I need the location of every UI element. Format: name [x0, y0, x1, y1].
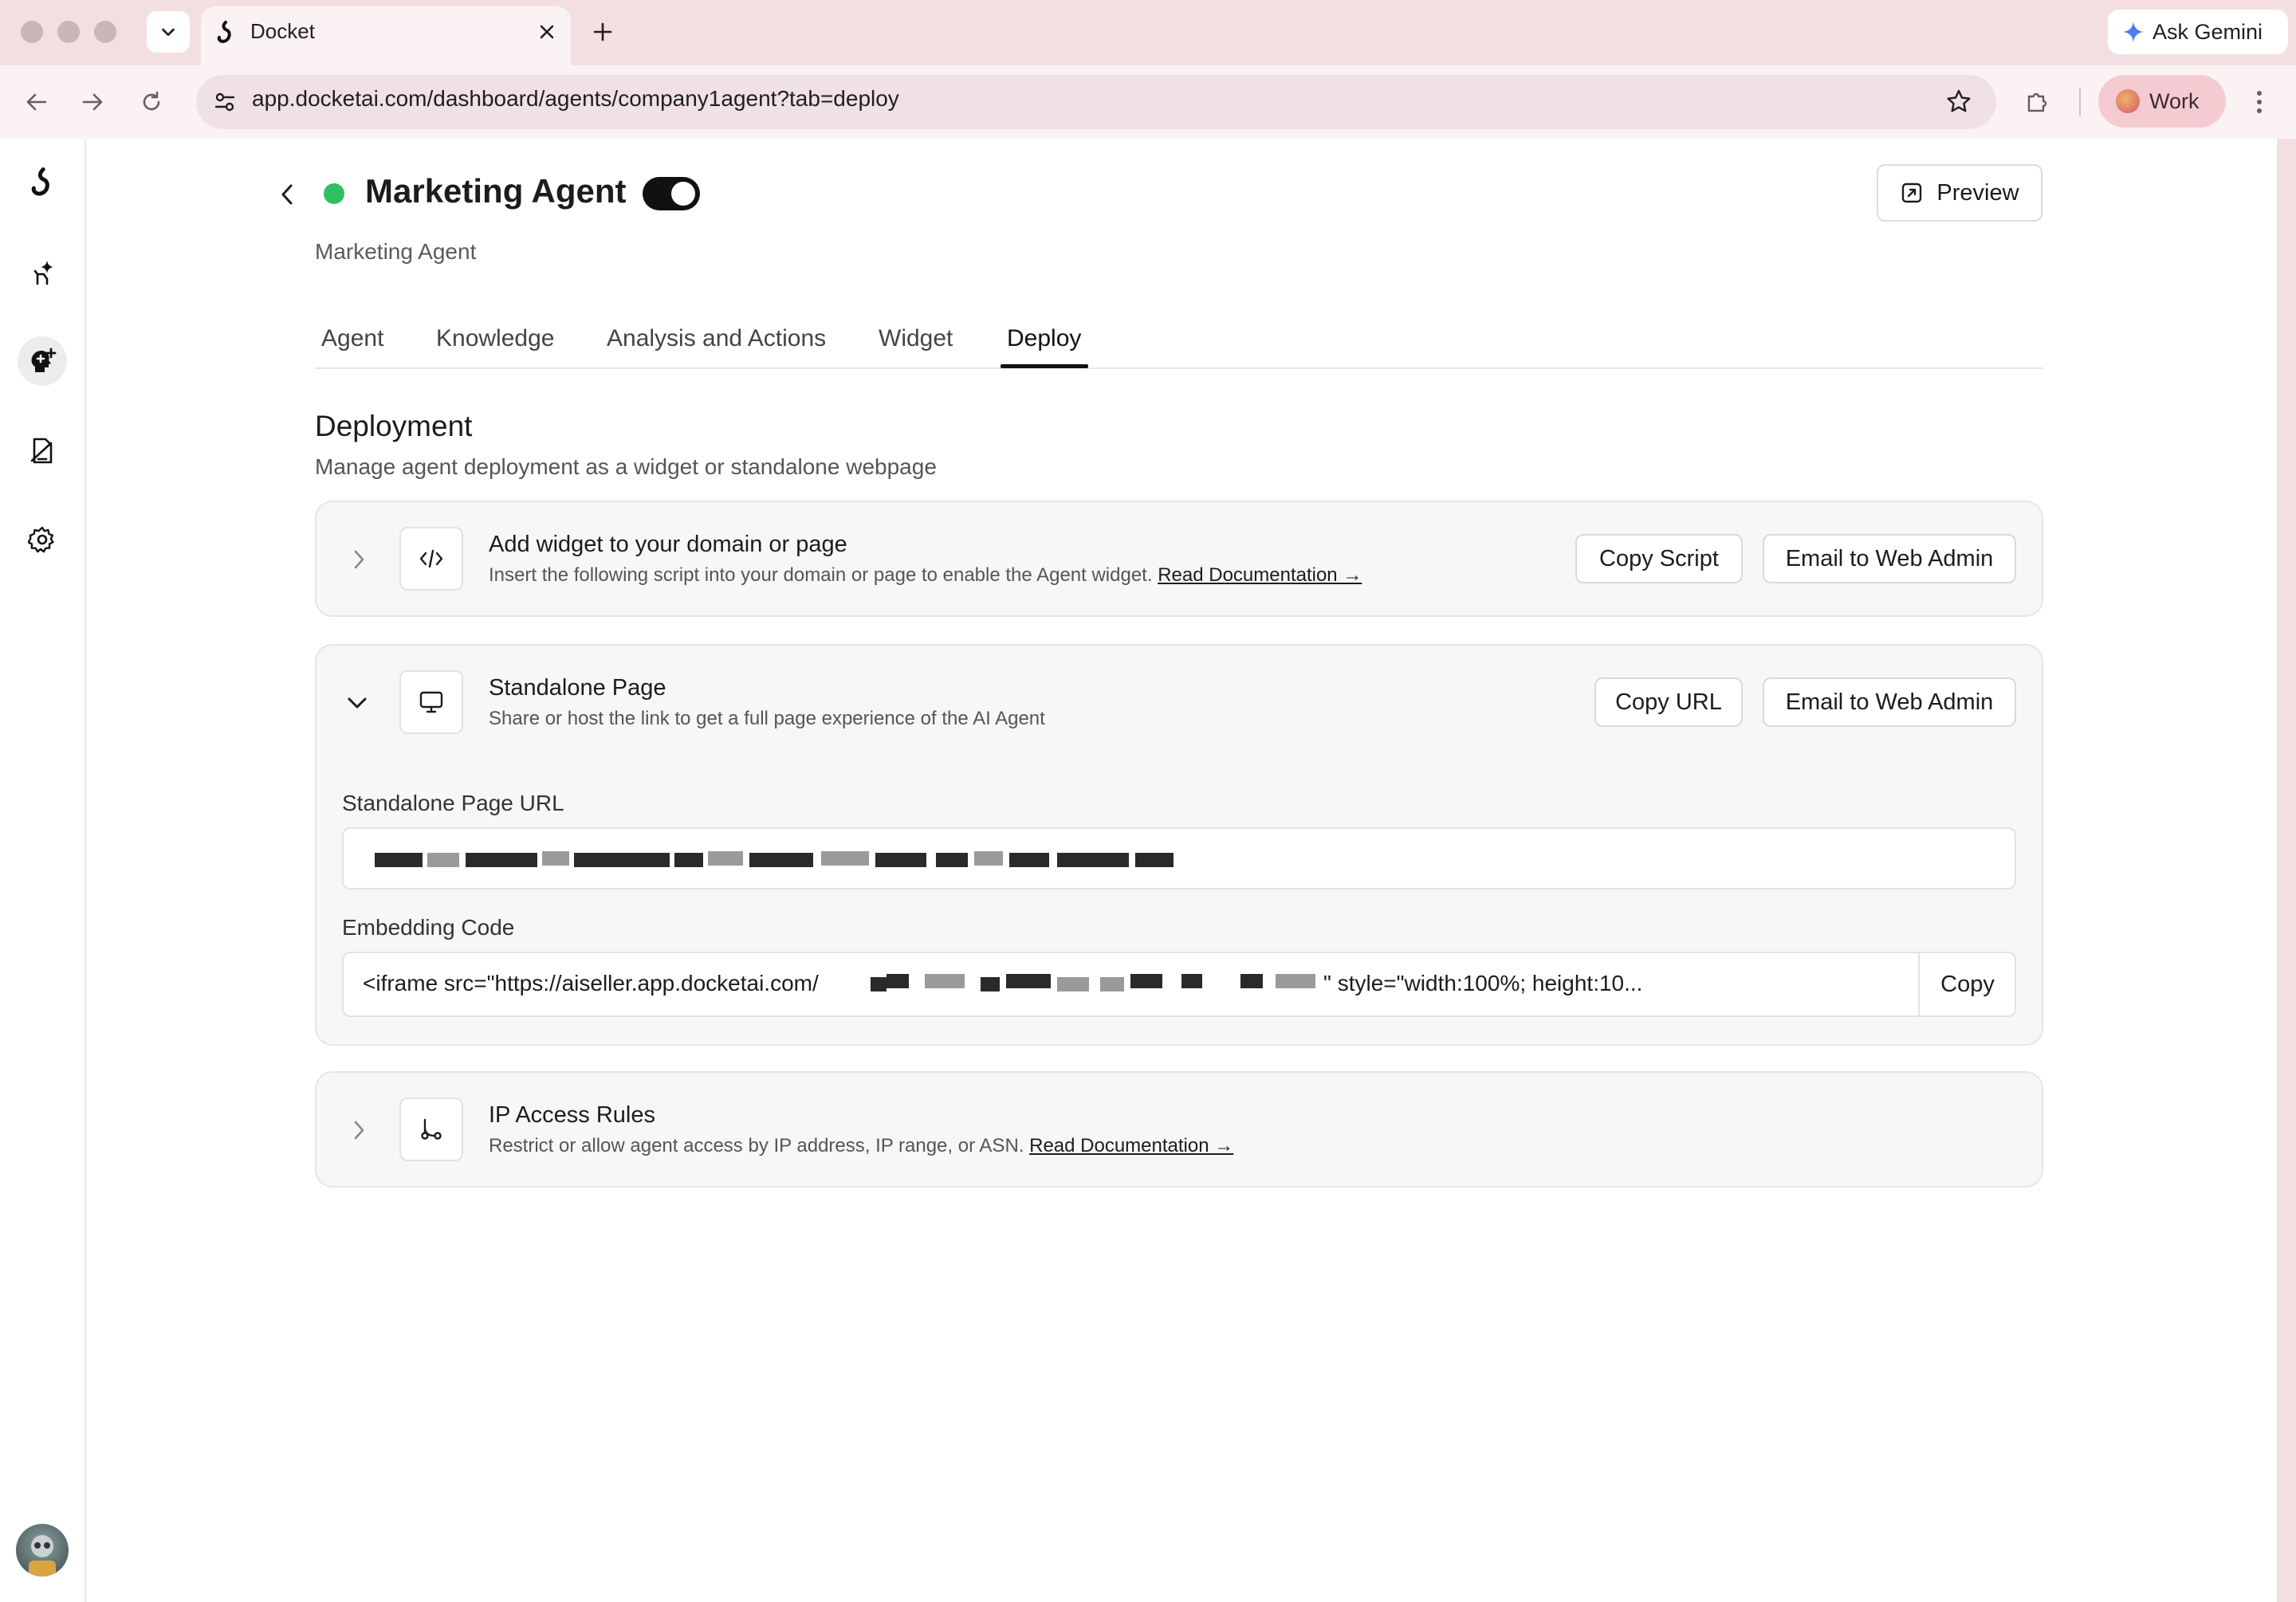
- external-preview-icon: [1902, 183, 1922, 203]
- tab-agent[interactable]: Agent: [321, 325, 383, 352]
- chevron-down-icon[interactable]: [341, 687, 373, 719]
- ip-read-docs-link[interactable]: Read Documentation →: [1029, 1135, 1233, 1156]
- standalone-card-title: Standalone Page: [489, 675, 666, 701]
- kebab-menu-icon[interactable]: [2240, 81, 2278, 123]
- sparkle-hand-icon: [33, 261, 53, 285]
- standalone-card-description: Share or host the link to get a full pag…: [489, 708, 1045, 729]
- profile-avatar-icon: [2116, 89, 2140, 113]
- user-avatar[interactable]: [16, 1524, 69, 1576]
- standalone-url-label: Standalone Page URL: [342, 791, 564, 815]
- chevron-right-icon[interactable]: [343, 1114, 375, 1146]
- docket-logo-icon[interactable]: [18, 158, 67, 207]
- docket-favicon-icon: [217, 21, 231, 44]
- new-tab-plus-icon[interactable]: [585, 14, 620, 49]
- toolbar-divider: [2079, 88, 2081, 116]
- profile-label: Work: [2149, 88, 2200, 113]
- profile-chip-button[interactable]: Work: [2098, 75, 2226, 128]
- copy-url-button[interactable]: Copy URL: [1594, 677, 1743, 727]
- copy-embed-code-button[interactable]: Copy: [1918, 953, 2015, 1015]
- chevron-right-icon[interactable]: [343, 544, 375, 575]
- section-title: Deployment: [315, 410, 473, 442]
- forward-arrow-icon[interactable]: [72, 81, 113, 123]
- agent-status-indicator: [324, 183, 344, 204]
- url-text[interactable]: app.docketai.com/dashboard/agents/compan…: [252, 86, 899, 112]
- tab-search-button[interactable]: [147, 11, 190, 53]
- tab-deploy[interactable]: Deploy: [1007, 325, 1081, 352]
- widget-card-title: Add widget to your domain or page: [489, 532, 847, 557]
- standalone-email-admin-button[interactable]: Email to Web Admin: [1763, 677, 2016, 727]
- extensions-puzzle-icon[interactable]: [2017, 81, 2058, 123]
- embedding-code-label: Embedding Code: [342, 915, 515, 940]
- chevron-down-icon: [162, 28, 175, 37]
- sidebar-item-documents[interactable]: [18, 426, 67, 476]
- sidebar-item-agents[interactable]: [18, 248, 67, 297]
- tabs-divider: [315, 367, 2043, 369]
- reload-icon[interactable]: [131, 81, 172, 123]
- preview-button[interactable]: Preview: [1877, 164, 2042, 222]
- route-branch-icon: [399, 1097, 463, 1161]
- embed-code-prefix: <iframe src="https://aiseller.app.docket…: [363, 971, 819, 995]
- tab-close-icon[interactable]: [533, 16, 561, 48]
- back-arrow-icon[interactable]: [16, 81, 57, 123]
- embed-code-suffix: " style="width:100%; height:10...: [1323, 971, 1643, 995]
- tab-widget[interactable]: Widget: [879, 325, 953, 352]
- site-settings-icon[interactable]: [206, 83, 244, 121]
- agent-subtitle: Marketing Agent: [315, 239, 477, 264]
- widget-read-docs-link[interactable]: Read Documentation →: [1158, 564, 1362, 586]
- copy-script-button[interactable]: Copy Script: [1575, 534, 1743, 583]
- ask-gemini-label: Ask Gemini: [2152, 19, 2263, 44]
- document-icon: [30, 438, 53, 464]
- tab-analysis-and-actions[interactable]: Analysis and Actions: [607, 325, 826, 352]
- ip-card-title: IP Access Rules: [489, 1102, 656, 1128]
- sidebar-item-agent-builder[interactable]: [18, 336, 67, 386]
- monitor-icon: [399, 670, 463, 734]
- window-minimize-button[interactable]: [57, 21, 80, 43]
- preview-label: Preview: [1936, 179, 2019, 206]
- ip-access-card: [315, 1071, 2043, 1188]
- ask-gemini-button[interactable]: Ask Gemini: [2108, 10, 2288, 54]
- back-chevron-icon[interactable]: [271, 177, 303, 212]
- gear-icon: [28, 526, 54, 553]
- gemini-sparkle-icon: [2123, 22, 2144, 42]
- window-close-button[interactable]: [21, 21, 43, 43]
- section-description: Manage agent deployment as a widget or s…: [315, 454, 937, 479]
- widget-card-description: Insert the following script into your do…: [489, 564, 1362, 586]
- agent-enabled-toggle[interactable]: [643, 177, 700, 210]
- window-right-edge: [2277, 139, 2296, 1602]
- head-plus-icon: [31, 347, 57, 372]
- active-tab-underline: [1001, 364, 1088, 368]
- window-zoom-button[interactable]: [94, 21, 116, 43]
- tab-knowledge[interactable]: Knowledge: [436, 325, 554, 352]
- page-title: Marketing Agent: [365, 172, 627, 210]
- widget-email-admin-button[interactable]: Email to Web Admin: [1763, 534, 2016, 583]
- sidebar-item-settings[interactable]: [18, 515, 67, 564]
- code-icon: [399, 527, 463, 591]
- browser-tab-title: Docket: [250, 19, 315, 43]
- bookmark-star-icon[interactable]: [1939, 81, 1979, 121]
- ip-card-description: Restrict or allow agent access by IP add…: [489, 1135, 1234, 1156]
